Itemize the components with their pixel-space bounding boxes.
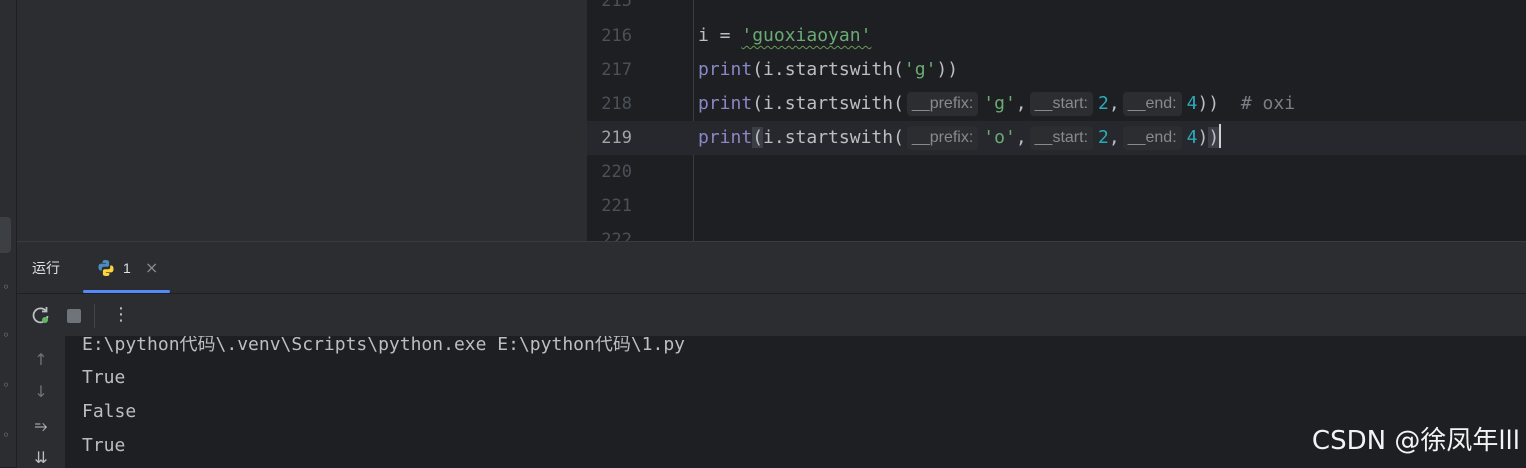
call-text: (i.startswith(: [752, 59, 904, 80]
code-line-222[interactable]: 222: [587, 223, 1526, 241]
operator: =: [708, 25, 742, 46]
comma: ,: [1015, 127, 1027, 148]
code-line-219-current[interactable]: 219 print(i.startswith(__prefix:'o', __st…: [587, 121, 1526, 155]
strip-icon-1[interactable]: ◦: [0, 280, 12, 294]
string-literal: 'o': [983, 127, 1016, 148]
line-number: 215: [601, 0, 632, 11]
matched-paren-close: ): [1208, 127, 1220, 148]
project-panel: [17, 0, 587, 241]
scroll-down-icon[interactable]: ↓: [31, 382, 51, 402]
string-literal: 'g': [983, 93, 1016, 114]
strip-active-indicator[interactable]: [0, 217, 11, 253]
close-icon[interactable]: ×: [145, 258, 158, 277]
code-text[interactable]: print(i.startswith('g')): [698, 53, 958, 87]
line-number: 218: [601, 94, 632, 114]
console-side-toolbar: ↑ ↓ ⥱ ⇊: [17, 336, 65, 468]
console-output[interactable]: E:\python代码\.venv\Scripts\python.exe E:\…: [65, 336, 1526, 468]
run-header: 运行 1 ×: [17, 242, 1526, 294]
run-toolbar: ⋮: [17, 294, 1526, 336]
code-editor[interactable]: 215 216 i = 'guoxiaoyan' 217 print(i.sta…: [587, 0, 1526, 241]
console-line: True: [82, 367, 126, 388]
strip-icon-4[interactable]: ◦: [0, 428, 12, 442]
number-literal: 4: [1186, 127, 1198, 148]
call-text: i.startswith(: [763, 127, 904, 148]
line-number: 220: [601, 162, 632, 182]
comma: ,: [1108, 93, 1120, 114]
number-literal: 4: [1186, 93, 1198, 114]
text-caret: [1219, 124, 1222, 148]
console-line: False: [82, 401, 137, 422]
call-close: ): [1197, 127, 1209, 148]
code-text[interactable]: print(i.startswith(__prefix:'o', __start:…: [698, 121, 1222, 155]
run-tab[interactable]: 1 ×: [83, 250, 170, 293]
active-tab-indicator: [83, 290, 170, 293]
stop-icon[interactable]: [67, 309, 81, 323]
param-hint-prefix: __prefix:: [906, 126, 979, 150]
line-number: 222: [601, 230, 632, 241]
line-number: 221: [601, 196, 632, 216]
run-tool-window: 运行 1 × ⋮ ↑ ↓ ⥱ ⇊ E:\python代码\.venv\Scrip…: [17, 241, 1526, 468]
param-hint-start: __start:: [1029, 126, 1094, 150]
code-line-221[interactable]: 221: [587, 189, 1526, 223]
console-line-command: E:\python代码\.venv\Scripts\python.exe E:\…: [82, 336, 686, 355]
code-text[interactable]: i = 'guoxiaoyan': [698, 19, 871, 53]
number-literal: 2: [1098, 127, 1109, 148]
soft-wrap-icon[interactable]: ⥱: [31, 416, 51, 436]
code-line-218[interactable]: 218 print(i.startswith(__prefix:'g', __st…: [587, 87, 1526, 121]
watermark: CSDN @徐凤年lll: [1311, 426, 1520, 456]
builtin-print: print: [698, 93, 753, 114]
param-hint-end: __end:: [1122, 92, 1182, 116]
code-line-217[interactable]: 217 print(i.startswith('g')): [587, 53, 1526, 87]
line-number: 217: [601, 60, 632, 80]
tool-window-strip: ◦ ◦ ◦ ◦: [0, 0, 17, 467]
builtin-print: print: [698, 127, 753, 148]
scroll-up-icon[interactable]: ↑: [31, 350, 51, 370]
call-close: )): [936, 59, 959, 80]
toolbar-separator: [94, 304, 95, 328]
string-literal: 'g': [903, 59, 937, 80]
strip-icon-2[interactable]: ◦: [0, 328, 12, 342]
call-close: )): [1197, 93, 1220, 114]
builtin-print: print: [698, 59, 753, 80]
string-literal: 'guoxiaoyan': [741, 25, 872, 46]
code-text[interactable]: print(i.startswith(__prefix:'g', __start:…: [698, 87, 1295, 121]
var-name: i: [698, 25, 709, 46]
param-hint-start: __start:: [1029, 92, 1093, 116]
comma: ,: [1108, 127, 1120, 148]
number-literal: 2: [1098, 93, 1109, 114]
line-number: 216: [601, 26, 632, 46]
scroll-to-end-icon[interactable]: ⇊: [31, 448, 51, 468]
rerun-icon[interactable]: [31, 305, 51, 325]
strip-icon-3[interactable]: ◦: [0, 378, 12, 392]
line-number: 219: [601, 128, 632, 148]
run-tab-label: 1: [123, 260, 131, 276]
comma: ,: [1015, 93, 1027, 114]
code-line-215: 215: [587, 0, 1526, 18]
python-icon: [98, 260, 114, 276]
call-text: (i.startswith(: [752, 93, 904, 114]
code-comment: # oxi: [1240, 93, 1296, 114]
param-hint-prefix: __prefix:: [906, 92, 979, 116]
code-line-220[interactable]: 220: [587, 155, 1526, 189]
run-window-title: 运行: [32, 260, 60, 276]
code-line-216[interactable]: 216 i = 'guoxiaoyan': [587, 19, 1526, 53]
matched-paren-open: (: [752, 127, 764, 148]
console-line: True: [82, 435, 126, 456]
param-hint-end: __end:: [1122, 126, 1182, 150]
more-options-icon[interactable]: ⋮: [112, 304, 130, 325]
